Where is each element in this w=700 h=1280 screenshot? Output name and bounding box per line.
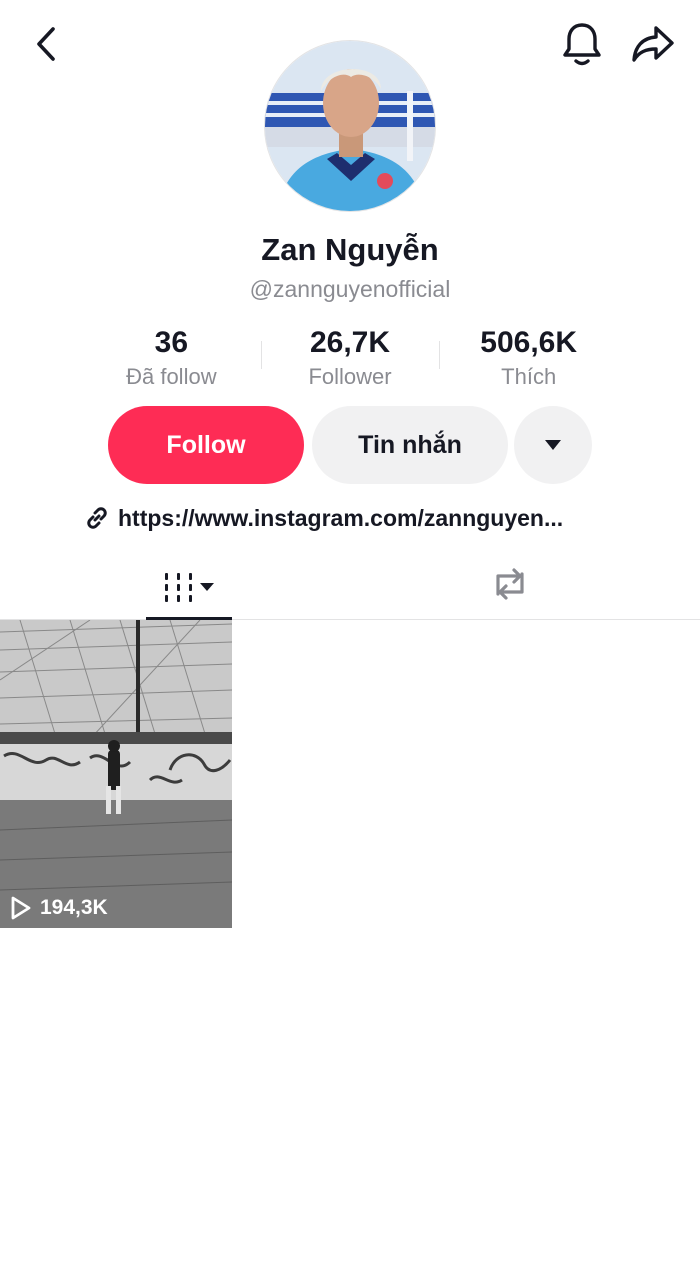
stat-divider [439,341,441,369]
stat-value: 26,7K [309,326,391,359]
tab-videos[interactable] [146,556,232,620]
share-arrow-icon [632,26,674,62]
stat-likes[interactable]: 506,6K Thích [439,325,618,389]
bio-link[interactable]: https://www.instagram.com/zannguyen... [84,502,624,534]
stats-row: 36 Đã follow 26,7K Follower 506,6K Thích [82,325,618,389]
caret-down-icon [545,440,561,450]
stat-value: 506,6K [480,326,578,359]
stat-followers[interactable]: 26,7K Follower [260,325,440,389]
view-count: 194,3K [10,896,108,920]
stat-following[interactable]: 36 Đã follow [82,325,261,389]
share-button[interactable] [630,22,676,66]
stat-value: 36 [154,326,189,359]
tab-reposts[interactable] [488,562,532,606]
more-options-button[interactable] [514,406,592,484]
stat-label: Đã follow [126,364,217,389]
back-button[interactable] [26,24,66,64]
notification-bell-button[interactable] [560,20,604,68]
stat-label: Thích [501,364,557,389]
view-count-text: 194,3K [40,896,108,919]
profile-handle: @zannguyenofficial [249,276,451,302]
bell-icon [563,23,601,66]
repost-icon [496,568,524,600]
grid-bars-icon [165,573,214,602]
profile-name: Zan Nguyễn [261,232,439,267]
stat-label: Follower [308,364,392,389]
play-icon [11,896,31,920]
link-icon [87,507,107,529]
follow-button[interactable]: Follow [108,406,304,484]
chevron-left-icon [37,27,55,61]
bio-link-text: https://www.instagram.com/zannguyen... [118,504,564,531]
avatar[interactable] [264,40,436,212]
video-thumbnail-image [0,620,232,928]
stat-divider [260,341,262,369]
video-thumbnail[interactable]: 194,3K [0,620,232,928]
message-button[interactable]: Tin nhắn [312,406,508,484]
content-tabs [0,556,700,620]
